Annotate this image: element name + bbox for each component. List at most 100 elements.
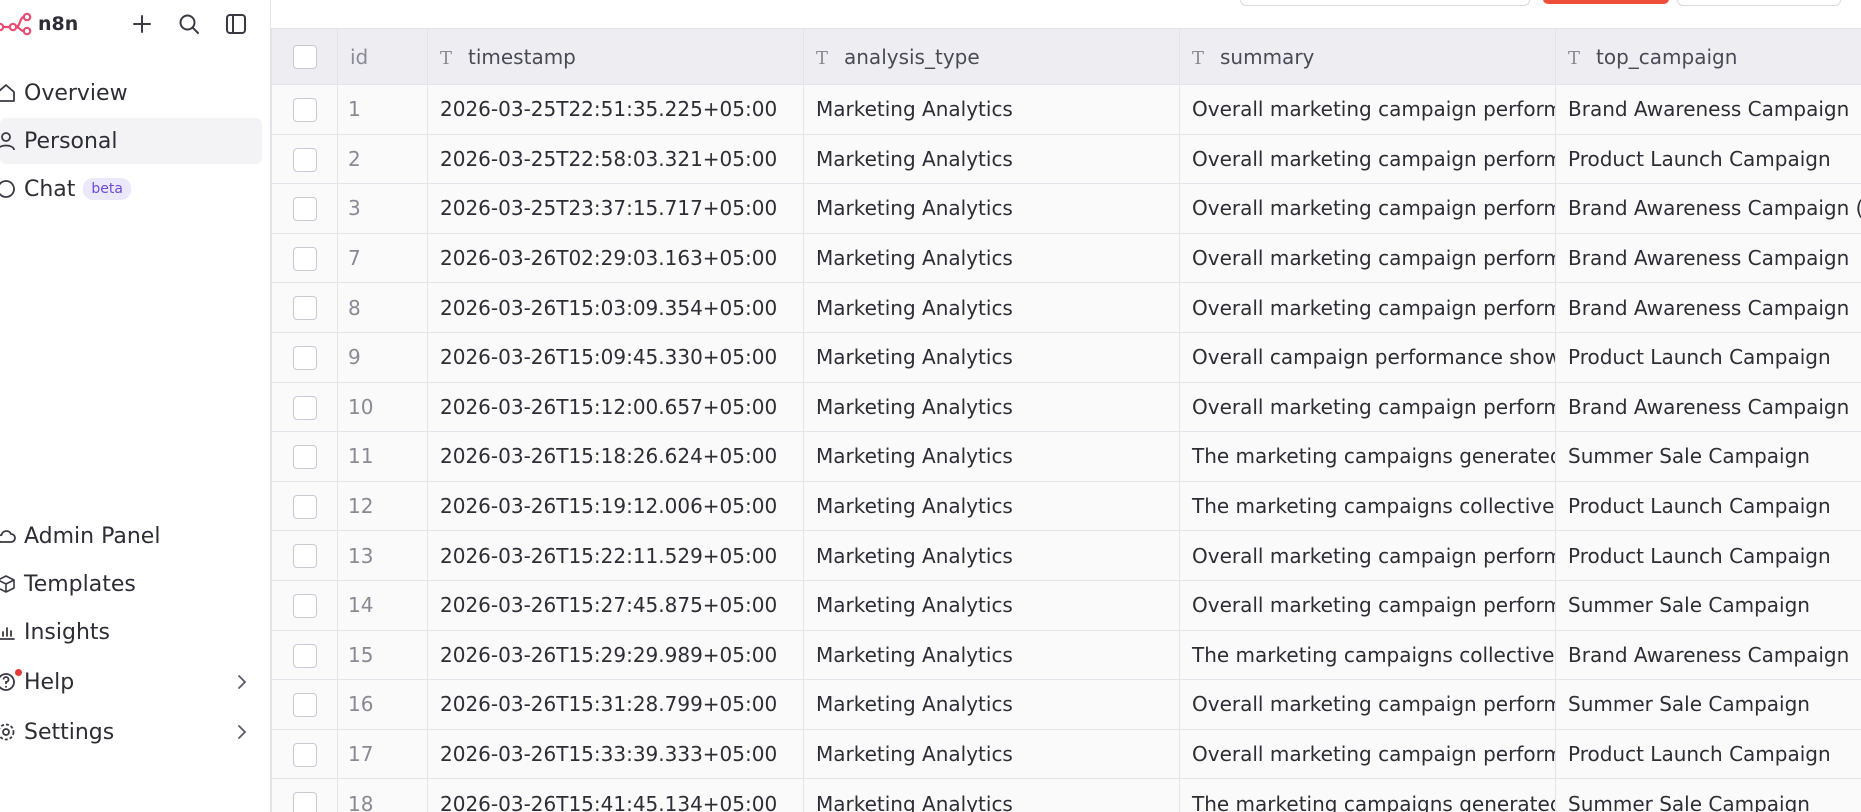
table-row[interactable]: 17 2026-03-26T15:33:39.333+05:00 Marketing… (271, 728, 1861, 780)
cell-summary[interactable]: Overall marketing campaign performance (1179, 679, 1556, 730)
cell-analysis-type[interactable]: Marketing Analytics (803, 381, 1180, 433)
cell-id[interactable]: 11 (337, 431, 428, 482)
cell-timestamp[interactable]: 2026-03-25T23:37:15.717+05:00 (427, 183, 804, 234)
cell-summary[interactable]: Overall marketing campaign performance (1179, 579, 1556, 631)
cell-summary[interactable]: The marketing campaigns collectively g (1179, 480, 1556, 532)
cell-summary[interactable]: Overall marketing campaign performance (1179, 232, 1556, 284)
cell-top-campaign[interactable]: Brand Awareness Campaign (C (1555, 183, 1861, 234)
cell-analysis-type[interactable]: Marketing Analytics (803, 84, 1180, 135)
row-checkbox[interactable] (292, 544, 317, 569)
table-row[interactable]: 2 2026-03-25T22:58:03.321+05:00 Marketing … (271, 133, 1861, 185)
row-checkbox[interactable] (292, 246, 317, 271)
nav-item-chat[interactable]: Chat beta (0, 166, 262, 212)
cell-timestamp[interactable]: 2026-03-26T15:29:29.989+05:00 (427, 629, 804, 681)
cell-timestamp[interactable]: 2026-03-26T15:27:45.875+05:00 (427, 579, 804, 631)
table-row[interactable]: 18 2026-03-26T15:41:45.134+05:00 Marketing… (271, 778, 1861, 812)
cell-analysis-type[interactable]: Marketing Analytics (803, 133, 1180, 185)
cell-summary[interactable]: Overall marketing campaign performance (1179, 530, 1556, 581)
cell-analysis-type[interactable]: Marketing Analytics (803, 183, 1180, 234)
row-checkbox[interactable] (292, 147, 317, 172)
table-row[interactable]: 9 2026-03-26T15:09:45.330+05:00 Marketing … (271, 331, 1861, 383)
cell-summary[interactable]: Overall marketing campaign performance (1179, 282, 1556, 333)
table-row[interactable]: 8 2026-03-26T15:03:09.354+05:00 Marketing … (271, 282, 1861, 333)
nav-item-admin-panel[interactable]: Admin Panel (0, 513, 262, 559)
cell-timestamp[interactable]: 2026-03-25T22:51:35.225+05:00 (427, 84, 804, 135)
cell-summary[interactable]: The marketing campaigns generated $6 (1179, 431, 1556, 482)
cell-analysis-type[interactable]: Marketing Analytics (803, 232, 1180, 284)
table-row[interactable]: 13 2026-03-26T15:22:11.529+05:00 Marketing… (271, 530, 1861, 581)
cell-id[interactable]: 9 (337, 331, 428, 383)
cell-analysis-type[interactable]: Marketing Analytics (803, 629, 1180, 681)
cell-id[interactable]: 7 (337, 232, 428, 284)
cell-timestamp[interactable]: 2026-03-26T15:33:39.333+05:00 (427, 728, 804, 780)
cell-analysis-type[interactable]: Marketing Analytics (803, 778, 1180, 812)
column-header-id[interactable]: id (337, 28, 428, 85)
nav-item-personal[interactable]: Personal (0, 118, 262, 164)
nav-item-settings[interactable]: Settings (0, 709, 262, 755)
cell-summary[interactable]: Overall marketing campaign performance (1179, 183, 1556, 234)
cell-timestamp[interactable]: 2026-03-26T15:18:26.624+05:00 (427, 431, 804, 482)
cell-top-campaign[interactable]: Brand Awareness Campaign (1555, 232, 1861, 284)
row-checkbox[interactable] (292, 494, 317, 519)
table-row[interactable]: 3 2026-03-25T23:37:15.717+05:00 Marketing … (271, 183, 1861, 234)
cell-summary[interactable]: Overall campaign performance shows s (1179, 331, 1556, 383)
table-row[interactable]: 14 2026-03-26T15:27:45.875+05:00 Marketing… (271, 579, 1861, 631)
nav-item-overview[interactable]: Overview (0, 70, 262, 116)
table-row[interactable]: 1 2026-03-25T22:51:35.225+05:00 Marketing … (271, 84, 1861, 135)
cell-id[interactable]: 17 (337, 728, 428, 780)
cell-summary[interactable]: Overall marketing campaign performance (1179, 133, 1556, 185)
column-header-analysis-type[interactable]: Tanalysis_type (803, 28, 1180, 85)
cell-id[interactable]: 10 (337, 381, 428, 433)
row-checkbox[interactable] (292, 197, 317, 222)
cell-id[interactable]: 1 (337, 84, 428, 135)
cell-top-campaign[interactable]: Product Launch Campaign (1555, 331, 1861, 383)
cell-top-campaign[interactable]: Product Launch Campaign (1555, 480, 1861, 532)
cell-id[interactable]: 16 (337, 679, 428, 730)
cell-timestamp[interactable]: 2026-03-26T15:09:45.330+05:00 (427, 331, 804, 383)
secondary-action-button[interactable] (1677, 0, 1841, 6)
sidebar-toggle-icon[interactable] (222, 10, 250, 38)
cell-top-campaign[interactable]: Brand Awareness Campaign (1555, 282, 1861, 333)
cell-top-campaign[interactable]: Product Launch Campaign (1555, 530, 1861, 581)
cell-id[interactable]: 8 (337, 282, 428, 333)
cell-analysis-type[interactable]: Marketing Analytics (803, 331, 1180, 383)
cell-analysis-type[interactable]: Marketing Analytics (803, 679, 1180, 730)
table-row[interactable]: 16 2026-03-26T15:31:28.799+05:00 Marketing… (271, 679, 1861, 730)
column-header-timestamp[interactable]: Ttimestamp (427, 28, 804, 85)
cell-id[interactable]: 2 (337, 133, 428, 185)
row-checkbox[interactable] (292, 395, 317, 420)
cell-top-campaign[interactable]: Summer Sale Campaign (1555, 679, 1861, 730)
cell-analysis-type[interactable]: Marketing Analytics (803, 728, 1180, 780)
cell-analysis-type[interactable]: Marketing Analytics (803, 282, 1180, 333)
brand[interactable]: n8n (0, 10, 78, 38)
cell-top-campaign[interactable]: Product Launch Campaign (1555, 728, 1861, 780)
top-search-input[interactable] (1240, 0, 1530, 6)
cell-summary[interactable]: The marketing campaigns generated $7 (1179, 778, 1556, 812)
row-checkbox[interactable] (292, 742, 317, 767)
cell-top-campaign[interactable]: Summer Sale Campaign (1555, 431, 1861, 482)
table-row[interactable]: 12 2026-03-26T15:19:12.006+05:00 Marketing… (271, 480, 1861, 532)
cell-timestamp[interactable]: 2026-03-26T15:03:09.354+05:00 (427, 282, 804, 333)
row-checkbox[interactable] (292, 445, 317, 470)
nav-item-templates[interactable]: Templates (0, 561, 262, 607)
cell-id[interactable]: 12 (337, 480, 428, 532)
cell-analysis-type[interactable]: Marketing Analytics (803, 530, 1180, 581)
cell-top-campaign[interactable]: Brand Awareness Campaign (1555, 381, 1861, 433)
cell-analysis-type[interactable]: Marketing Analytics (803, 579, 1180, 631)
row-checkbox[interactable] (292, 643, 317, 668)
cell-id[interactable]: 15 (337, 629, 428, 681)
column-header-summary[interactable]: Tsummary (1179, 28, 1556, 85)
row-checkbox[interactable] (292, 593, 317, 618)
add-icon[interactable] (128, 10, 156, 38)
cell-top-campaign[interactable]: Brand Awareness Campaign (1555, 629, 1861, 681)
cell-timestamp[interactable]: 2026-03-26T15:31:28.799+05:00 (427, 679, 804, 730)
row-checkbox[interactable] (292, 346, 317, 371)
cell-id[interactable]: 14 (337, 579, 428, 631)
cell-analysis-type[interactable]: Marketing Analytics (803, 480, 1180, 532)
table-row[interactable]: 7 2026-03-26T02:29:03.163+05:00 Marketing … (271, 232, 1861, 284)
cell-timestamp[interactable]: 2026-03-25T22:58:03.321+05:00 (427, 133, 804, 185)
cell-summary[interactable]: Overall marketing campaign performance (1179, 381, 1556, 433)
cell-id[interactable]: 18 (337, 778, 428, 812)
row-checkbox[interactable] (292, 693, 317, 718)
cell-timestamp[interactable]: 2026-03-26T02:29:03.163+05:00 (427, 232, 804, 284)
